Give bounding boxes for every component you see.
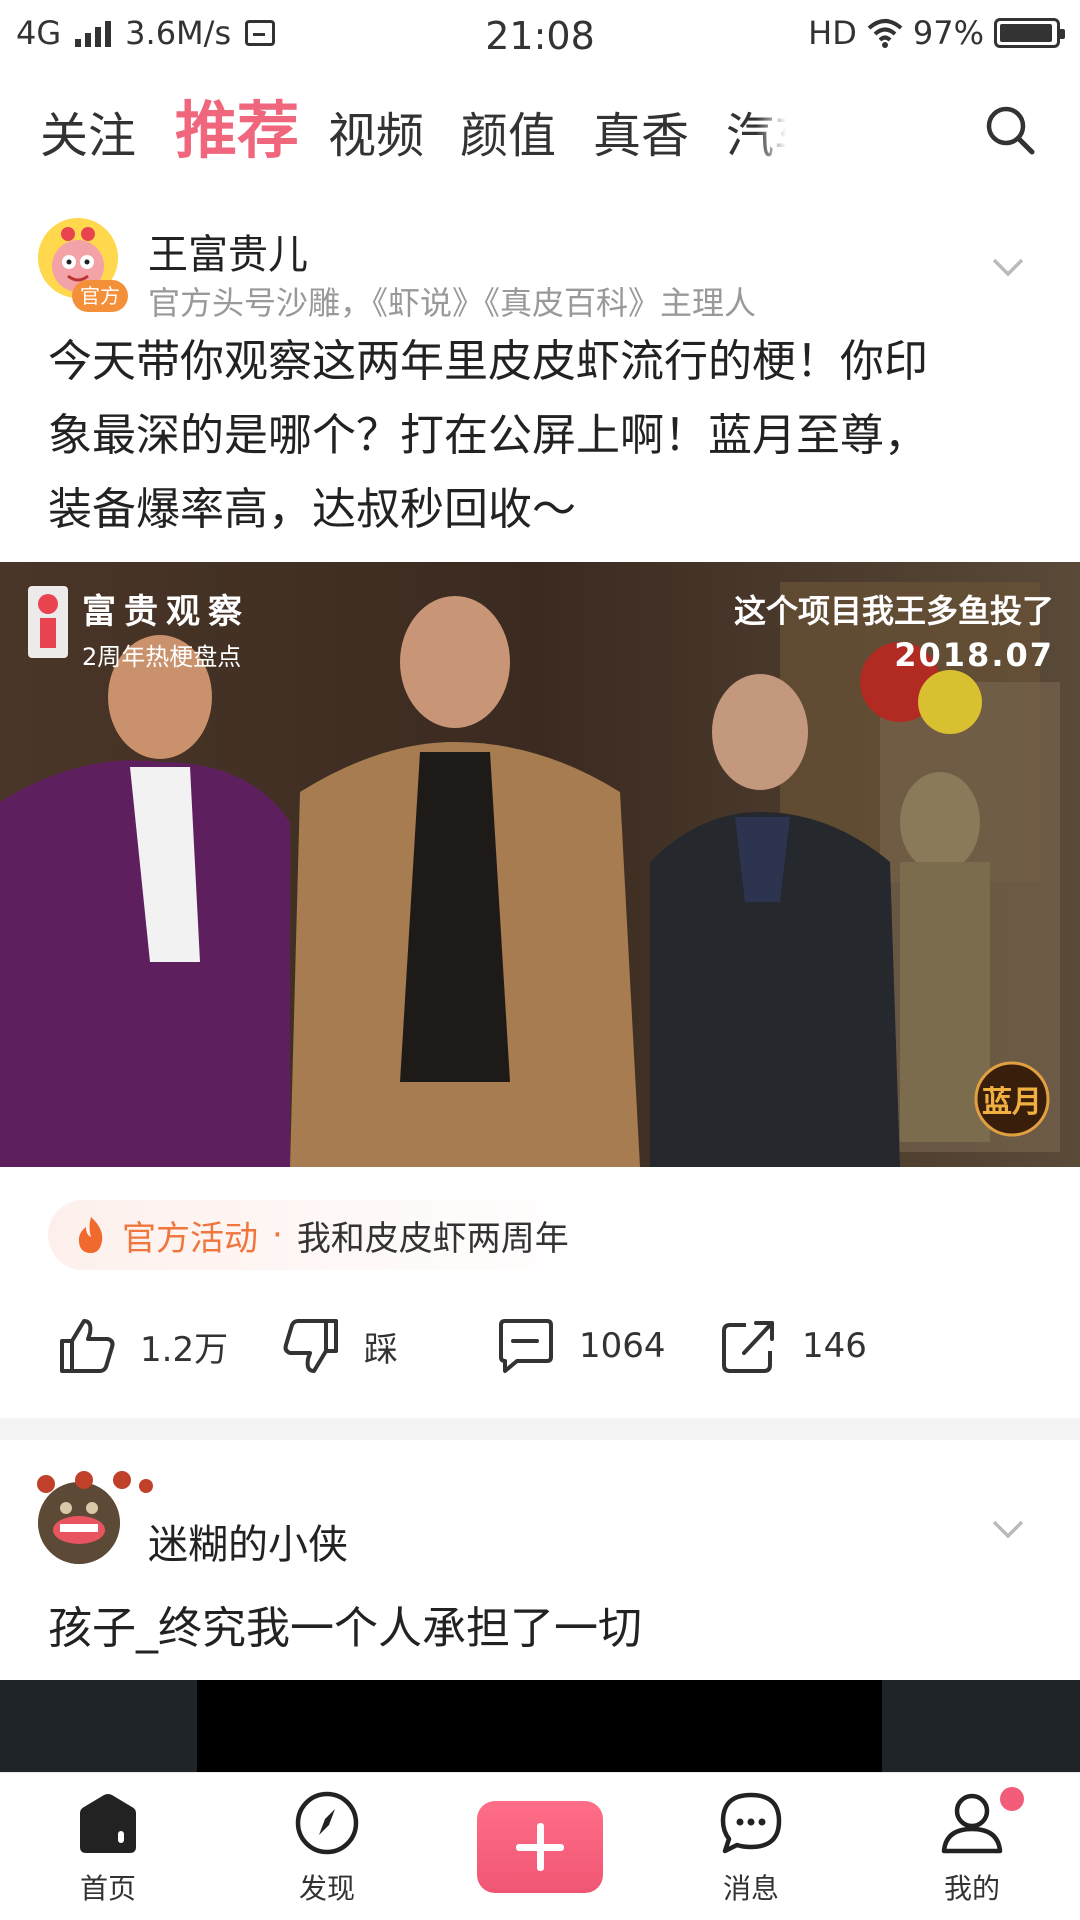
game-logo-text: 蓝月 (982, 1085, 1042, 1120)
tab-follow[interactable]: 关注 (40, 96, 136, 166)
like-count: 1.2万 (140, 1329, 229, 1370)
dislike-label: 踩 (364, 1329, 398, 1370)
notification-badge (1000, 1787, 1024, 1811)
nav-messages-label: 消息 (722, 1872, 779, 1905)
thumbs-up-icon (60, 1319, 115, 1373)
compass-icon (295, 1791, 359, 1855)
avatar-decoration (37, 1471, 153, 1493)
video-date: 2018.07 (894, 636, 1054, 674)
category-tabs: 关注 推荐 视频 颜值 真香 汽车 (0, 76, 1080, 186)
author-name[interactable]: 迷糊的小侠 (148, 1512, 348, 1570)
activity-separator: · (272, 1215, 283, 1255)
shrimp-logo-icon (28, 586, 68, 658)
feed-divider (0, 1418, 1080, 1440)
share-icon (722, 1321, 774, 1373)
battery-percent: 97% (912, 14, 984, 52)
wifi-icon (867, 19, 903, 48)
create-post-button[interactable] (477, 1801, 603, 1893)
search-icon[interactable] (982, 102, 1038, 158)
nav-home-label: 首页 (79, 1872, 136, 1905)
user-icon (941, 1793, 1003, 1854)
video-caption-left: 富贵观察 2周年热梗盘点 (26, 584, 250, 672)
like-button[interactable]: 1.2万 (56, 1315, 228, 1377)
activity-text: 我和皮皮虾两周年 (296, 1218, 569, 1259)
video-player[interactable] (0, 1680, 1080, 1772)
home-icon (80, 1794, 136, 1853)
tab-recommend[interactable]: 推荐 (175, 80, 299, 170)
battery-fill (1000, 24, 1053, 42)
comment-icon (499, 1319, 553, 1373)
thumbs-down-icon (283, 1319, 338, 1373)
game-logo: 蓝月 (972, 1059, 1052, 1139)
author-name[interactable]: 王富贵儿 (148, 222, 308, 280)
video-quote: 这个项目我王多鱼投了 (733, 592, 1054, 630)
battery-icon (994, 18, 1065, 48)
comment-button[interactable]: 1064 (495, 1315, 666, 1377)
nav-discover-label: 发现 (298, 1872, 355, 1905)
comment-count: 1064 (579, 1326, 666, 1366)
post-text[interactable]: 孩子_终究我一个人承担了一切 (48, 1592, 1033, 1666)
nav-home[interactable]: 首页 (43, 1787, 173, 1907)
tab-car[interactable]: 汽车 (726, 96, 786, 166)
nav-discover[interactable]: 发现 (262, 1787, 392, 1907)
status-right: HD 97% (808, 14, 1065, 52)
tab-video[interactable]: 视频 (328, 96, 424, 166)
nav-profile-label: 我的 (943, 1872, 1000, 1905)
hd-indicator: HD (808, 14, 857, 52)
chevron-down-icon[interactable] (990, 248, 1026, 284)
tab-looks[interactable]: 颜值 (460, 96, 556, 166)
tab-truly-good[interactable]: 真香 (593, 96, 689, 166)
nav-messages[interactable]: 消息 (686, 1787, 816, 1907)
author-description: 官方头号沙雕，《虾说》《真皮百科》主理人 (148, 284, 757, 322)
activity-tag[interactable]: 官方活动 · 我和皮皮虾两周年 (48, 1200, 629, 1270)
activity-label: 官方活动 (122, 1218, 258, 1259)
app-screen: 4G 3.6M/s 21:08 HD 97% 关注 推荐 视频 颜值 真香 汽车 (0, 0, 1080, 1920)
message-bubble-icon (720, 1792, 782, 1854)
video-frame (197, 1680, 882, 1772)
video-overlay-text: 这个项目我王多鱼投了 2018.07 (734, 586, 1054, 674)
chevron-down-icon[interactable] (990, 1510, 1026, 1546)
bottom-nav: 首页 发现 消息 我的 (0, 1772, 1080, 1920)
share-button[interactable]: 146 (718, 1315, 867, 1377)
video-title: 富贵观察 (82, 592, 250, 632)
dislike-button[interactable]: 踩 (280, 1315, 398, 1377)
video-player[interactable]: 富贵观察 2周年热梗盘点 这个项目我王多鱼投了 2018.07 蓝月 (0, 562, 1080, 1167)
status-bar: 4G 3.6M/s 21:08 HD 97% (0, 0, 1080, 76)
post-text[interactable]: 今天带你观察这两年里皮皮虾流行的梗！你印 象最深的是哪个？打在公屏上啊！蓝月至尊… (48, 325, 1033, 547)
post-text-line: 今天带你观察这两年里皮皮虾流行的梗！你印 (48, 336, 928, 387)
video-subtitle: 2周年热梗盘点 (82, 643, 242, 671)
post-text-line: 装备爆率高，达叔秒回收～ (48, 484, 576, 535)
post-action-bar: 1.2万 踩 1064 146 (0, 1305, 1080, 1395)
official-badge: 官方 (72, 280, 128, 312)
post-text-line: 象最深的是哪个？打在公屏上啊！蓝月至尊， (48, 410, 928, 461)
fire-icon (78, 1217, 103, 1253)
share-count: 146 (802, 1326, 867, 1366)
